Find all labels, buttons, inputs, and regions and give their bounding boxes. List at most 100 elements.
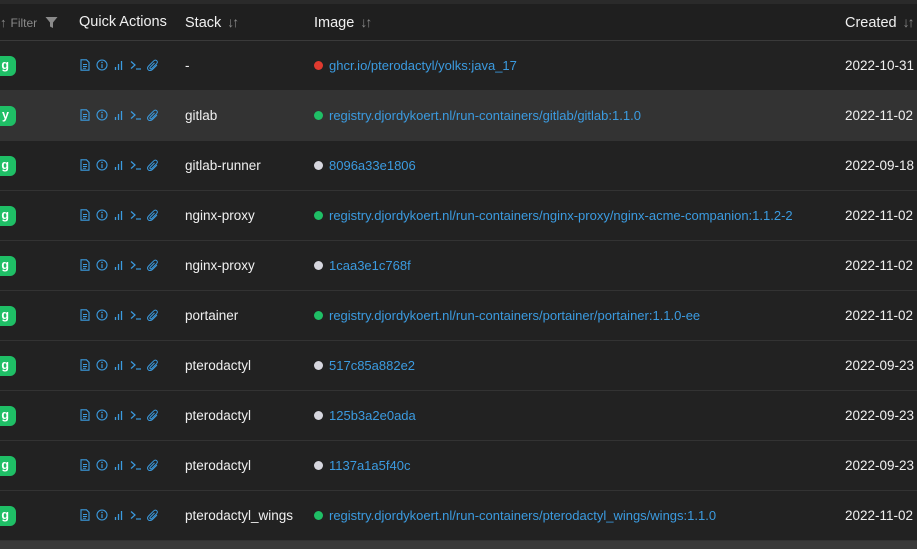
stats-icon[interactable] xyxy=(113,508,125,522)
table-row[interactable]: g nginx-proxy 1caa3e1c768f 2022-11-02 xyxy=(0,241,917,291)
inspect-icon[interactable] xyxy=(96,408,108,422)
stats-icon[interactable] xyxy=(113,158,125,172)
stats-icon[interactable] xyxy=(113,208,125,222)
column-created[interactable]: Created ↓↑ xyxy=(845,4,915,41)
image-link[interactable]: registry.djordykoert.nl/run-containers/n… xyxy=(329,208,793,223)
logs-icon[interactable] xyxy=(79,158,91,172)
inspect-icon[interactable] xyxy=(96,458,108,472)
stack-cell: gitlab xyxy=(185,108,218,123)
stack-cell: pterodactyl xyxy=(185,458,252,473)
image-status-dot xyxy=(314,511,323,521)
stats-icon[interactable] xyxy=(113,258,125,272)
image-link[interactable]: 125b3a2e0ada xyxy=(329,408,416,423)
console-icon[interactable] xyxy=(130,258,142,272)
attach-icon[interactable] xyxy=(147,308,159,322)
attach-icon[interactable] xyxy=(147,258,159,272)
image-status-dot xyxy=(314,261,323,271)
console-icon[interactable] xyxy=(130,458,142,472)
logs-icon[interactable] xyxy=(79,58,91,72)
image-link[interactable]: 1caa3e1c768f xyxy=(329,258,411,273)
image-link[interactable]: 8096a33e1806 xyxy=(329,158,416,173)
created-cell: 2022-11-02 xyxy=(845,258,914,273)
console-icon[interactable] xyxy=(130,508,142,522)
table-body: g - ghcr.io/pterodactyl/yolks:java_17 2022-… xyxy=(0,41,917,541)
logs-icon[interactable] xyxy=(79,258,91,272)
table-row[interactable]: g nginx-proxy registry.djordykoert.nl/run-… xyxy=(0,191,917,241)
sort-icon[interactable]: ↓↑ xyxy=(360,14,372,30)
inspect-icon[interactable] xyxy=(96,258,108,272)
sort-icon[interactable]: ↓↑ xyxy=(903,14,915,30)
stats-icon[interactable] xyxy=(113,308,125,322)
logs-icon[interactable] xyxy=(79,208,91,222)
stack-cell: - xyxy=(185,58,190,73)
image-link[interactable]: 1137a1a5f40c xyxy=(329,458,410,473)
stack-cell: pterodactyl xyxy=(185,358,252,373)
attach-icon[interactable] xyxy=(147,58,159,72)
image-link[interactable]: 517c85a882e2 xyxy=(329,358,415,373)
logs-icon[interactable] xyxy=(79,458,91,472)
table-row[interactable]: g pterodactyl_wings registry.djordykoert.n… xyxy=(0,491,917,541)
column-stack[interactable]: Stack ↓↑ xyxy=(185,4,239,41)
attach-icon[interactable] xyxy=(147,408,159,422)
column-quick-actions: Quick Actions xyxy=(79,14,167,30)
table-row[interactable]: g portainer registry.djordykoert.nl/run-co… xyxy=(0,291,917,341)
image-link[interactable]: registry.djordykoert.nl/run-containers/p… xyxy=(329,308,700,323)
table-row[interactable]: g pterodactyl 517c85a882e2 2022-09-23 xyxy=(0,341,917,391)
filter-control[interactable]: ↑ Filter xyxy=(0,4,58,41)
table-row[interactable]: y gitlab registry.djordykoert.nl/run-conta… xyxy=(0,91,917,141)
image-status-dot xyxy=(314,211,323,221)
image-link[interactable]: registry.djordykoert.nl/run-containers/p… xyxy=(329,508,716,523)
created-cell: 2022-09-23 xyxy=(845,358,915,373)
console-icon[interactable] xyxy=(130,158,142,172)
image-cell: 1137a1a5f40c xyxy=(314,441,410,491)
logs-icon[interactable] xyxy=(79,108,91,122)
stats-icon[interactable] xyxy=(113,358,125,372)
created-cell: 2022-10-31 xyxy=(845,58,915,73)
logs-icon[interactable] xyxy=(79,358,91,372)
inspect-icon[interactable] xyxy=(96,58,108,72)
stats-icon[interactable] xyxy=(113,108,125,122)
stack-cell: nginx-proxy xyxy=(185,258,255,273)
inspect-icon[interactable] xyxy=(96,508,108,522)
table-row[interactable]: g gitlab-runner 8096a33e1806 2022-09-18 xyxy=(0,141,917,191)
table-row[interactable]: g - ghcr.io/pterodactyl/yolks:java_17 2022-… xyxy=(0,41,917,91)
stats-icon[interactable] xyxy=(113,58,125,72)
console-icon[interactable] xyxy=(130,358,142,372)
logs-icon[interactable] xyxy=(79,508,91,522)
console-icon[interactable] xyxy=(130,58,142,72)
logs-icon[interactable] xyxy=(79,308,91,322)
attach-icon[interactable] xyxy=(147,108,159,122)
sort-icon[interactable]: ↓↑ xyxy=(227,14,239,30)
status-badge: y xyxy=(0,106,16,126)
inspect-icon[interactable] xyxy=(96,158,108,172)
column-image[interactable]: Image ↓↑ xyxy=(314,4,372,41)
attach-icon[interactable] xyxy=(147,158,159,172)
image-status-dot xyxy=(314,361,323,371)
image-link[interactable]: ghcr.io/pterodactyl/yolks:java_17 xyxy=(329,58,517,73)
column-created-label: Created xyxy=(845,15,897,31)
attach-icon[interactable] xyxy=(147,208,159,222)
attach-icon[interactable] xyxy=(147,358,159,372)
logs-icon[interactable] xyxy=(79,408,91,422)
column-image-label: Image xyxy=(314,15,355,31)
table-row[interactable]: g pterodactyl 1137a1a5f40c 2022-09-23 xyxy=(0,441,917,491)
created-cell: 2022-11-02 xyxy=(845,508,914,523)
image-link[interactable]: registry.djordykoert.nl/run-containers/g… xyxy=(329,108,641,123)
image-status-dot xyxy=(314,461,323,471)
inspect-icon[interactable] xyxy=(96,208,108,222)
inspect-icon[interactable] xyxy=(96,358,108,372)
stats-icon[interactable] xyxy=(113,458,125,472)
inspect-icon[interactable] xyxy=(96,108,108,122)
created-cell: 2022-11-02 xyxy=(845,208,914,223)
console-icon[interactable] xyxy=(130,408,142,422)
attach-icon[interactable] xyxy=(147,458,159,472)
image-cell: registry.djordykoert.nl/run-containers/p… xyxy=(314,291,700,341)
table-row[interactable]: g pterodactyl 125b3a2e0ada 2022-09-23 xyxy=(0,391,917,441)
stats-icon[interactable] xyxy=(113,408,125,422)
attach-icon[interactable] xyxy=(147,508,159,522)
image-status-dot xyxy=(314,411,323,421)
console-icon[interactable] xyxy=(130,208,142,222)
console-icon[interactable] xyxy=(130,108,142,122)
inspect-icon[interactable] xyxy=(96,308,108,322)
console-icon[interactable] xyxy=(130,308,142,322)
